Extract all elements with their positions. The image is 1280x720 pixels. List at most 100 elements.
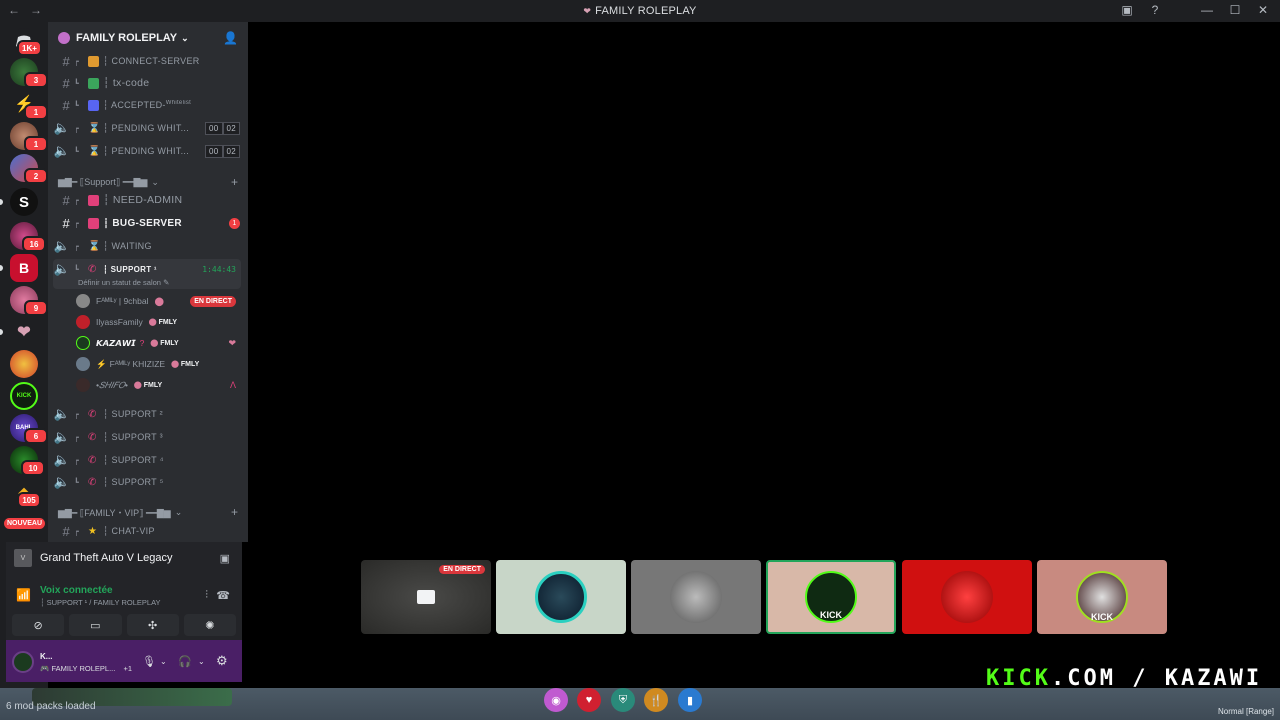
voice-support-3[interactable]: 🔈 ┍ ✆ ┆ SUPPORT ³ (48, 427, 248, 447)
headphones-icon[interactable]: 🎧 (178, 655, 192, 668)
channel-name: ┆ PENDING WHIT... (103, 145, 190, 156)
kick-label: KICK (820, 610, 842, 620)
voice-user[interactable]: •𝑆𝐻𝐼𝐹𝑂• FMLY Λ (76, 375, 242, 395)
thread-tree: ┍ (74, 195, 80, 205)
stream-tile-screen[interactable]: EN DIRECT (361, 560, 491, 634)
voice-waiting[interactable]: 🔈 ┍ ⌛ ┆ WAITING (48, 236, 248, 256)
server-header[interactable]: FAMILY ROLEPLAY ⌄ 👤 (48, 22, 248, 54)
game-name: Grand Theft Auto V Legacy (40, 552, 173, 564)
server-name: FAMILY ROLEPLAY (76, 32, 178, 44)
count-current: 00 (205, 121, 223, 135)
speaker-icon: 🔈 (53, 474, 70, 489)
server-icon-5[interactable]: S (10, 188, 38, 216)
hourglass-icon: ⌛ (88, 240, 101, 252)
channel-need-admin[interactable]: # ┍ ┆ NEED-ADMIN (48, 190, 248, 210)
server-icon-7[interactable]: B (10, 254, 38, 282)
user-name: IlyassFamily (96, 317, 143, 327)
channel-accepted[interactable]: # ┗ ┆ ACCEPTED-Whitelist (48, 95, 248, 115)
participant-tile-speaking[interactable]: KICK (766, 560, 896, 634)
check-emoji-icon (88, 77, 99, 89)
voice-buttons: ⊘ ▭ ✣ ✺ (12, 614, 236, 636)
participant-tile[interactable] (631, 560, 761, 634)
server-icon-heart[interactable]: ❤ (10, 318, 38, 346)
avatar (76, 336, 90, 350)
category-support[interactable]: ▆▇━ ⟦Support⟧ ━━▇▆ ⌄ + (58, 174, 238, 190)
help-icon[interactable]: ? (1148, 3, 1162, 17)
thread-tree: ┗ (74, 146, 80, 156)
voice-support-5[interactable]: 🔈 ┗ ✆ ┆ SUPPORT ⁵ (48, 472, 248, 492)
minimize-icon[interactable]: — (1200, 3, 1214, 17)
new-server-label: NOUVEAU (4, 518, 46, 529)
hash-icon: # (62, 97, 70, 113)
add-channel-icon[interactable]: + (231, 505, 238, 519)
question-icon: ? (139, 338, 145, 348)
invite-user-icon[interactable]: 👤 (223, 31, 238, 45)
count-current: 00 (205, 144, 223, 158)
close-icon[interactable]: ✕ (1256, 3, 1270, 17)
pencil-icon: ✎ (163, 278, 170, 287)
phone-icon: ✆ (88, 263, 97, 275)
user-avatar[interactable] (12, 651, 34, 673)
camera-off-button[interactable]: ⊘ (12, 614, 65, 636)
channel-list: FAMILY ROLEPLAY ⌄ 👤 # ┍ ┆ CONNECT-SERVER … (48, 22, 248, 542)
thread-tree: ┍ (74, 526, 80, 536)
category-name: ▆▇━ ⟦Support⟧ ━━▇▆ (58, 176, 148, 187)
speaker-icon: 🔈 (53, 238, 70, 253)
channel-chat-vip[interactable]: # ┍ ★ ┆ CHAT-VIP (48, 521, 248, 541)
voice-support-2[interactable]: 🔈 ┍ ✆ ┆ SUPPORT ² (48, 404, 248, 424)
chevron-down-icon[interactable]: ⌄ (160, 657, 167, 666)
phone-icon: ✆ (88, 431, 97, 443)
voice-status[interactable]: Voix connectée (40, 585, 113, 596)
user-name[interactable]: K... (40, 652, 52, 661)
channel-name: ┆ SUPPORT ³ (103, 431, 163, 442)
maximize-icon[interactable]: ☐ (1228, 3, 1242, 17)
window-controls: ▣ ? — ☐ ✕ (1120, 3, 1270, 17)
voice-channel-path[interactable]: ┆ SUPPORT ¹ / FAMILY ROLEPLAY (40, 598, 161, 607)
user-name: •𝑆𝐻𝐼𝐹𝑂• (96, 379, 128, 390)
voice-user[interactable]: 𝙆𝘼𝙕𝘼𝙒𝙄 ? FMLY ❤ (76, 333, 242, 353)
user-panel: K... 🎮 FAMILY ROLEPL... +1 🎙 ⌄ 🎧 ⌄ ⚙ (6, 640, 242, 682)
settings-gear-icon[interactable]: ⚙ (216, 653, 228, 669)
game-overlay-icon[interactable]: ▣ (220, 552, 230, 565)
hash-icon: # (62, 75, 70, 91)
live-badge: EN DIRECT (439, 565, 485, 574)
chevron-down-icon: ⌄ (181, 32, 189, 43)
set-channel-status[interactable]: Définir un statut de salon ✎ (78, 278, 169, 287)
food-icon: 🍴 (644, 688, 668, 712)
add-channel-icon[interactable]: + (231, 175, 238, 189)
participant-tile[interactable]: KICK (1037, 560, 1167, 634)
voice-user[interactable]: IlyassFamily FMLY (76, 312, 242, 332)
voice-timer: 1:44:43 (202, 265, 236, 274)
hash-icon: # (62, 53, 70, 69)
chevron-down-icon[interactable]: ⌄ (198, 657, 205, 666)
server-icon-9[interactable] (10, 350, 38, 378)
voice-user[interactable]: Fᴬᴹᴵᴸʸ | 9chbal ⬤ EN DIRECT (76, 291, 242, 311)
participant-tile[interactable] (902, 560, 1032, 634)
channel-tx-code[interactable]: # ┗ ┆ tx-code (48, 73, 248, 93)
disconnect-icon[interactable]: ☎ (216, 589, 230, 602)
participant-tile[interactable] (496, 560, 626, 634)
live-badge: EN DIRECT (190, 295, 236, 307)
voice-pending-2[interactable]: 🔈 ┗ ⌛ ┆ PENDING WHIT... 00 02 (48, 141, 248, 161)
channel-connect-server[interactable]: # ┍ ┆ CONNECT-SERVER (48, 51, 248, 71)
activity-panel[interactable]: V Grand Theft Auto V Legacy ▣ (6, 542, 242, 574)
channel-name: ┆ SUPPORT ² (103, 408, 163, 419)
server-badge: 9 (24, 300, 48, 316)
hash-icon: # (62, 523, 70, 539)
mic-icon[interactable]: 🎙 (142, 655, 156, 668)
voice-pending-1[interactable]: 🔈 ┍ ⌛ ┆ PENDING WHIT... 00 02 (48, 118, 248, 138)
screen-share-button[interactable]: ▭ (69, 614, 122, 636)
soundboard-button[interactable]: ✺ (183, 614, 236, 636)
channel-bug-server[interactable]: # ┍ ┆ BUG-SERVER 1 (48, 213, 248, 233)
hourglass-icon: ⌛ (88, 145, 101, 157)
voice-user[interactable]: ⚡ Fᴬᴹᴵᴸʸ KHIZIZE FMLY (76, 354, 242, 374)
channel-superscript: Whitelist (165, 99, 192, 106)
server-icon-kick[interactable]: KICK (10, 382, 38, 410)
voice-support-4[interactable]: 🔈 ┍ ✆ ┆ SUPPORT ⁴ (48, 450, 248, 470)
noise-suppression-icon[interactable]: ⫶ (205, 589, 208, 602)
inbox-icon[interactable]: ▣ (1120, 3, 1134, 17)
activities-button[interactable]: ✣ (126, 614, 179, 636)
game-icon: 🎮 (40, 664, 50, 673)
channel-name: ┆ tx-code (103, 77, 150, 89)
category-family-vip[interactable]: ▆▇━ ⟦FAMILY・VIP⟧ ━━▇▆ ⌄ + (58, 504, 238, 520)
